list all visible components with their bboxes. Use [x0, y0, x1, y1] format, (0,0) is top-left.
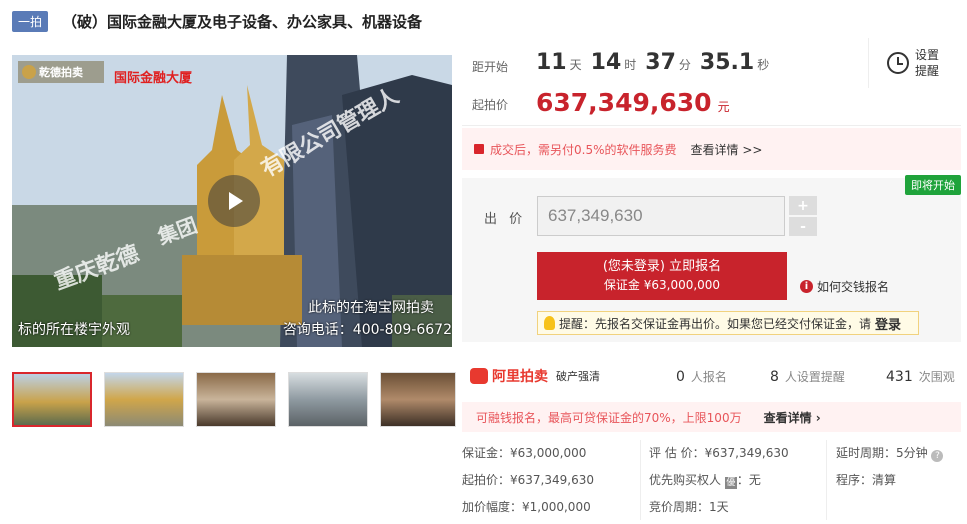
login-link[interactable]: 登录: [875, 314, 901, 333]
thumbnail-1[interactable]: [12, 372, 92, 427]
divider: [826, 440, 827, 520]
detail-start-price: 起拍价：¥637,349,630: [462, 473, 594, 487]
logo-icon: [22, 65, 36, 79]
thumbnail-3[interactable]: [196, 372, 276, 427]
round-tag: 一拍: [12, 10, 49, 32]
detail-priority: 优先购买权人 優：无: [649, 473, 761, 489]
gift-icon: [474, 144, 484, 154]
deposit-loan-notice: 可融钱报名，最高可贷保证金的70%，上限100万 查看详情 ›: [462, 402, 961, 432]
page-title: （破）国际金融大厦及电子设备、办公家具、机器设备: [62, 12, 423, 31]
set-reminder-button[interactable]: 设置 提醒: [868, 38, 961, 88]
countdown-seconds: 35.1: [699, 50, 755, 75]
play-icon: [229, 192, 243, 210]
signup-button[interactable]: (您未登录) 立即报名 保证金 ¥63,000,000: [537, 252, 787, 300]
lightbulb-icon: [544, 316, 555, 330]
view-count: 431 次围观: [886, 369, 955, 385]
image-caption-exterior: 标的所在楼宇外观: [18, 322, 130, 338]
detail-procedure: 程序：清算: [836, 473, 897, 487]
detail-appraisal: 评 估 价：¥637,349,630: [649, 446, 789, 460]
thumbnail-strip: [12, 372, 456, 427]
divider: [640, 440, 641, 520]
alibaba-logo-icon: [470, 368, 488, 384]
detail-increment: 加价幅度：¥1,000,000: [462, 500, 591, 514]
how-to-pay-link[interactable]: i 如何交钱报名: [800, 278, 889, 295]
image-building-label: 国际金融大厦: [114, 71, 193, 86]
detail-deposit: 保证金：¥63,000,000: [462, 446, 587, 460]
countdown-timer: 11 天 14 时 37 分 35.1 秒: [536, 50, 770, 75]
signup-count: 0 人报名: [676, 369, 727, 385]
decrease-bid-button[interactable]: -: [789, 217, 817, 236]
title-bar: 一拍 （破）国际金融大厦及电子设备、办公家具、机器设备: [12, 10, 422, 32]
countdown-hours: 14: [590, 50, 622, 75]
thumbnail-2[interactable]: [104, 372, 184, 427]
countdown-label: 距开始: [472, 60, 509, 74]
countdown-minutes: 37: [645, 50, 676, 75]
service-fee-notice: 成交后，需另付0.5%的软件服务费 查看详情 >>: [462, 128, 961, 170]
start-price: 637,349,630 元: [536, 88, 730, 117]
increase-bid-button[interactable]: +: [789, 196, 817, 215]
start-price-value: 637,349,630: [536, 88, 712, 117]
bid-label: 出 价: [484, 212, 527, 227]
thumbnail-4[interactable]: [288, 372, 368, 427]
bid-stepper: + -: [789, 196, 817, 236]
fee-details-link[interactable]: 查看详情 >>: [691, 141, 763, 158]
countdown-days: 11: [536, 50, 567, 75]
alibaba-auction-logo: 阿里拍卖 破产强清: [470, 366, 600, 386]
alarm-clock-icon: [887, 52, 909, 74]
main-image[interactable]: 乾德拍卖 国际金融大厦 重庆乾德 集团 有限公司管理人 此标的在淘宝网拍卖 标的…: [12, 55, 452, 347]
watermark-logo: 乾德拍卖: [18, 61, 104, 83]
help-icon[interactable]: ?: [931, 450, 944, 462]
login-tip: 提醒：先报名交保证金再出价。如果您已经交付保证金，请 登录: [537, 311, 919, 335]
detail-cycle: 竞价周期：1天: [649, 500, 729, 514]
status-badge: 即将开始: [905, 175, 961, 195]
image-caption-phone: 咨询电话：400-809-6672: [282, 322, 452, 338]
bid-panel: 即将开始 出 价 637,349,630 + - (您未登录) 立即报名 保证金…: [462, 175, 961, 342]
priority-badge-icon: 優: [724, 477, 737, 489]
play-video-button[interactable]: [208, 175, 260, 227]
deposit-details-link[interactable]: 查看详情 ›: [764, 409, 821, 426]
bid-price-input[interactable]: 637,349,630: [537, 196, 785, 236]
image-caption-auction: 此标的在淘宝网拍卖: [308, 300, 434, 316]
start-price-label: 起拍价: [472, 98, 509, 112]
reminder-count: 8 人设置提醒: [770, 369, 845, 385]
detail-delay: 延时周期：5分钟 ?: [836, 444, 944, 462]
info-icon: i: [800, 280, 813, 293]
thumbnail-5[interactable]: [380, 372, 456, 427]
